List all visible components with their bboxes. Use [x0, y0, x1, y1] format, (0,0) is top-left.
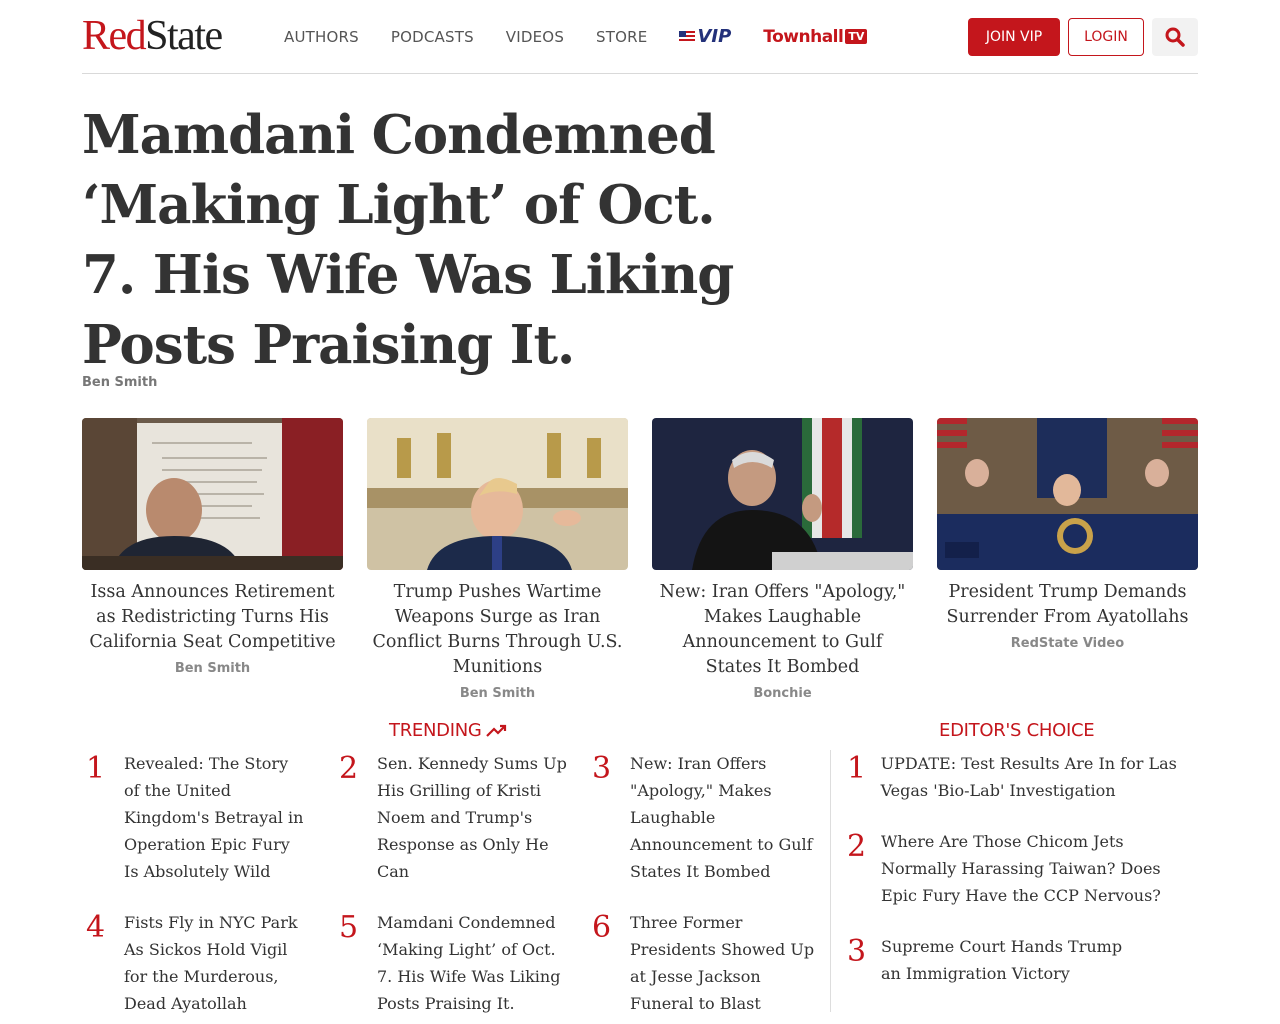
card-author[interactable]: Bonchie	[652, 686, 913, 701]
editors-choice-item[interactable]: 3 Supreme Court Hands Trump an Immigrati…	[847, 933, 1177, 987]
rank-number: 2	[847, 829, 867, 864]
trending-item[interactable]: 1 Revealed: The Story of the United King…	[86, 750, 306, 885]
nav-authors[interactable]: AUTHORS	[284, 28, 359, 46]
trending-item[interactable]: 6 Three Former Presidents Showed Up at J…	[592, 909, 817, 1024]
editors-choice-heading: EDITOR'S CHOICE	[939, 720, 1095, 741]
rank-number: 6	[592, 910, 612, 945]
trending-link[interactable]: Fists Fly in NYC Park As Sickos Hold Vig…	[124, 909, 314, 1024]
rank-number: 3	[847, 934, 867, 969]
townhall-label: Townhall	[763, 26, 844, 47]
search-icon	[1165, 27, 1185, 47]
editors-choice-link[interactable]: Where Are Those Chicom Jets Normally Har…	[881, 828, 1187, 909]
rank-number: 1	[86, 751, 106, 786]
rank-number: 2	[339, 751, 359, 786]
featured-card[interactable]: Trump Pushes Wartime Weapons Surge as Ir…	[367, 418, 628, 701]
login-button[interactable]: LOGIN	[1068, 18, 1144, 56]
trending-item[interactable]: 2 Sen. Kennedy Sums Up His Grilling of K…	[339, 750, 569, 885]
card-title[interactable]: President Trump Demands Surrender From A…	[937, 580, 1198, 630]
editors-choice-link[interactable]: UPDATE: Test Results Are In for Las Vega…	[881, 750, 1177, 804]
card-author[interactable]: RedState Video	[937, 636, 1198, 651]
trending-link[interactable]: New: Iran Offers "Apology," Makes Laugha…	[630, 750, 815, 885]
article-headline[interactable]: Mamdani Condemned ‘Making Light’ of Oct.…	[82, 100, 782, 380]
logo-dark-part: State	[145, 13, 223, 59]
column-divider	[830, 750, 831, 1012]
featured-card[interactable]: New: Iran Offers "Apology," Makes Laugha…	[652, 418, 913, 701]
trending-item[interactable]: 5 Mamdani Condemned ‘Making Light’ of Oc…	[339, 909, 564, 1017]
trending-label: TRENDING	[389, 720, 482, 741]
nav-vip[interactable]: VIP	[679, 26, 731, 47]
featured-cards: Issa Announces Retirement as Redistricti…	[82, 418, 1198, 701]
trending-item[interactable]: 3 New: Iran Offers "Apology," Makes Laug…	[592, 750, 817, 885]
nav-townhall-tv[interactable]: Townhall TV	[763, 26, 868, 47]
main-nav: AUTHORS PODCASTS VIDEOS STORE VIP Townha…	[284, 26, 868, 47]
card-title[interactable]: Trump Pushes Wartime Weapons Surge as Ir…	[367, 580, 628, 680]
card-title[interactable]: New: Iran Offers "Apology," Makes Laugha…	[652, 580, 913, 680]
us-flag-icon	[679, 30, 696, 43]
featured-card[interactable]: President Trump Demands Surrender From A…	[937, 418, 1198, 701]
card-image[interactable]	[82, 418, 343, 570]
card-author[interactable]: Ben Smith	[367, 686, 628, 701]
logo-red-part: Red	[82, 13, 147, 59]
trending-item[interactable]: 4 Fists Fly in NYC Park As Sickos Hold V…	[86, 909, 316, 1024]
editors-choice-item[interactable]: 1 UPDATE: Test Results Are In for Las Ve…	[847, 750, 1177, 804]
vip-label: VIP	[697, 26, 732, 47]
trending-link[interactable]: Revealed: The Story of the United Kingdo…	[124, 750, 304, 885]
nav-store[interactable]: STORE	[596, 28, 647, 46]
trending-up-icon	[485, 724, 506, 737]
card-title[interactable]: Issa Announces Retirement as Redistricti…	[82, 580, 343, 655]
rank-number: 4	[86, 910, 106, 945]
trending-heading: TRENDING	[389, 720, 508, 741]
card-image[interactable]	[652, 418, 913, 570]
rank-number: 3	[592, 751, 612, 786]
featured-card[interactable]: Issa Announces Retirement as Redistricti…	[82, 418, 343, 701]
nav-videos[interactable]: VIDEOS	[506, 28, 564, 46]
editors-choice-link[interactable]: Supreme Court Hands Trump an Immigration…	[881, 933, 1141, 987]
search-button[interactable]	[1152, 18, 1198, 56]
card-image[interactable]	[937, 418, 1198, 570]
rank-number: 1	[847, 751, 867, 786]
editors-choice-item[interactable]: 2 Where Are Those Chicom Jets Normally H…	[847, 828, 1187, 909]
trending-link[interactable]: Mamdani Condemned ‘Making Light’ of Oct.…	[377, 909, 562, 1017]
join-vip-button[interactable]: JOIN VIP	[968, 18, 1060, 56]
trending-link[interactable]: Sen. Kennedy Sums Up His Grilling of Kri…	[377, 750, 569, 885]
nav-podcasts[interactable]: PODCASTS	[391, 28, 474, 46]
card-image[interactable]	[367, 418, 628, 570]
site-header: RedState AUTHORS PODCASTS VIDEOS STORE V…	[82, 0, 1198, 74]
card-author[interactable]: Ben Smith	[82, 661, 343, 676]
trending-link[interactable]: Three Former Presidents Showed Up at Jes…	[630, 909, 817, 1024]
rank-number: 5	[339, 910, 359, 945]
article-author[interactable]: Ben Smith	[82, 375, 157, 390]
redstate-logo[interactable]: RedState	[82, 13, 223, 59]
tv-badge: TV	[845, 29, 868, 44]
